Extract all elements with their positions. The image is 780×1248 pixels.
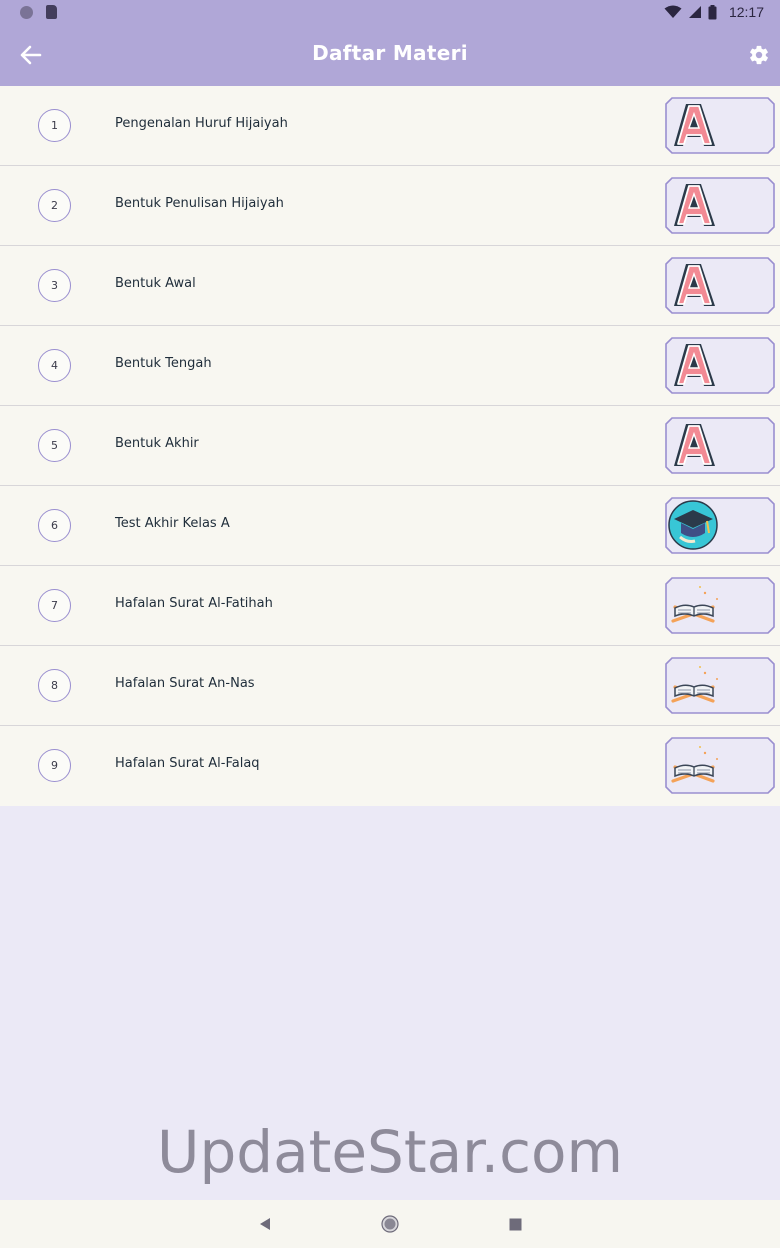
app-bar: Daftar Materi: [0, 24, 780, 86]
wifi-icon: [664, 5, 682, 18]
graduation-cap-icon: [665, 497, 775, 554]
status-bar: 12:17: [0, 0, 780, 24]
letter-a-icon: [665, 257, 775, 314]
item-number-badge: 8: [38, 669, 71, 702]
gear-icon: [750, 45, 768, 65]
system-nav-bar: [0, 1200, 780, 1248]
list-item[interactable]: 9 Hafalan Surat Al-Falaq: [0, 726, 780, 806]
item-number-badge: 9: [38, 749, 71, 782]
quran-stand-icon: [665, 577, 775, 634]
item-label: Bentuk Awal: [115, 276, 196, 291]
materials-list: 1 Pengenalan Huruf Hijaiyah 2 Bentuk Penuli…: [0, 86, 780, 806]
item-number-badge: 1: [38, 109, 71, 142]
status-time: 12:17: [728, 4, 764, 20]
list-item[interactable]: 2 Bentuk Penulisan Hijaiyah: [0, 166, 780, 246]
nav-back-button[interactable]: [254, 1214, 276, 1234]
item-label: Hafalan Surat Al-Falaq: [115, 756, 260, 771]
item-thumbnail: [665, 417, 775, 474]
sd-card-icon: [46, 5, 57, 19]
item-label: Bentuk Tengah: [115, 356, 212, 371]
nav-recent-button[interactable]: [506, 1215, 524, 1233]
item-label: Hafalan Surat Al-Fatihah: [115, 596, 273, 611]
letter-a-icon: [665, 177, 775, 234]
list-item[interactable]: 1 Pengenalan Huruf Hijaiyah: [0, 86, 780, 166]
item-number-badge: 4: [38, 349, 71, 382]
item-thumbnail: [665, 97, 775, 154]
item-number-badge: 3: [38, 269, 71, 302]
cell-signal-icon: [688, 6, 701, 18]
item-label: Bentuk Penulisan Hijaiyah: [115, 196, 284, 211]
item-thumbnail: [665, 577, 775, 634]
letter-a-icon: [665, 337, 775, 394]
item-thumbnail: [665, 177, 775, 234]
item-number-badge: 6: [38, 509, 71, 542]
quran-stand-icon: [665, 657, 775, 714]
item-thumbnail: [665, 497, 775, 554]
list-item[interactable]: 7 Hafalan Surat Al-Fatihah: [0, 566, 780, 646]
item-thumbnail: [665, 737, 775, 794]
list-item[interactable]: 5 Bentuk Akhir: [0, 406, 780, 486]
item-number-badge: 2: [38, 189, 71, 222]
item-thumbnail: [665, 257, 775, 314]
page-title: Daftar Materi: [312, 41, 468, 65]
quran-stand-icon: [665, 737, 775, 794]
nav-recent-icon: [509, 1218, 521, 1230]
list-item[interactable]: 3 Bentuk Awal: [0, 246, 780, 326]
item-label: Hafalan Surat An-Nas: [115, 676, 255, 691]
status-icons: 12:17: [664, 3, 764, 21]
notification-dot-icon: [20, 6, 33, 19]
item-thumbnail: [665, 337, 775, 394]
settings-button[interactable]: [742, 38, 776, 72]
item-thumbnail: [665, 657, 775, 714]
battery-icon: [708, 4, 717, 19]
item-number-badge: 7: [38, 589, 71, 622]
item-label: Bentuk Akhir: [115, 436, 199, 451]
letter-a-icon: [665, 97, 775, 154]
item-number-badge: 5: [38, 429, 71, 462]
nav-back-icon: [260, 1218, 270, 1230]
item-label: Test Akhir Kelas A: [115, 516, 230, 531]
nav-home-button[interactable]: [380, 1214, 400, 1234]
item-label: Pengenalan Huruf Hijaiyah: [115, 116, 288, 131]
watermark: UpdateStar.com: [157, 1118, 623, 1186]
list-item[interactable]: 8 Hafalan Surat An-Nas: [0, 646, 780, 726]
nav-home-icon: [381, 1215, 399, 1233]
list-item[interactable]: 4 Bentuk Tengah: [0, 326, 780, 406]
letter-a-icon: [665, 417, 775, 474]
list-item[interactable]: 6 Test Akhir Kelas A: [0, 486, 780, 566]
